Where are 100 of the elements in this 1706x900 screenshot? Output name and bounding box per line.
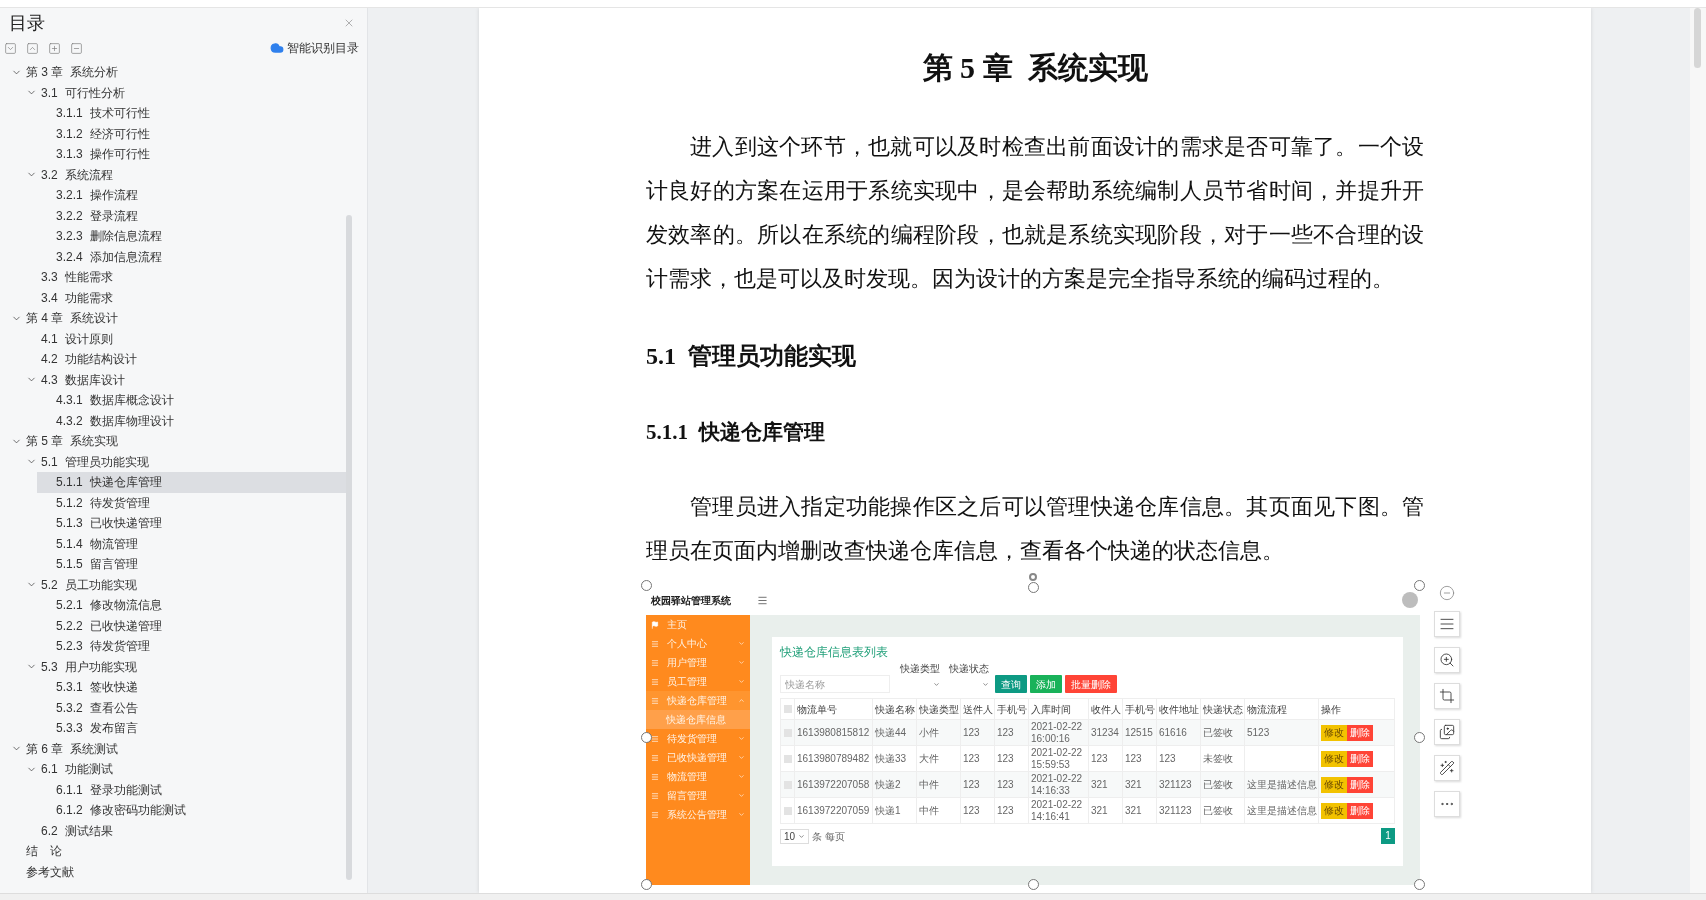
table-cell: 123	[963, 726, 980, 738]
table-cell: 321	[1125, 804, 1142, 816]
column-header: 收件人	[1091, 703, 1121, 715]
toc-item[interactable]: 5.3 用户功能实现	[22, 656, 346, 677]
toc-item[interactable]: 3.2.4 添加信息流程	[37, 246, 346, 267]
toc-item[interactable]: 5.1.5 留言管理	[37, 554, 346, 575]
table-cell: 123	[997, 804, 1014, 816]
toc-item[interactable]: 3.4 功能需求	[22, 287, 346, 308]
table-cell: 61616	[1159, 726, 1187, 738]
search-field[interactable]: 快递名称	[780, 675, 890, 693]
column-header: 物流流程	[1247, 703, 1287, 715]
table-cell: 12515	[1125, 726, 1153, 738]
toc-item[interactable]: 6.1 功能测试	[22, 759, 346, 780]
table-cell: 2021-02-22 15:59:53	[1031, 746, 1083, 770]
table-cell: 小件	[919, 726, 939, 738]
row-action-button[interactable]: 修改	[1321, 802, 1347, 819]
table-cell: 这里是描述信息	[1247, 778, 1317, 790]
table-cell: 123	[963, 804, 980, 816]
column-header: 快递名称	[875, 703, 915, 715]
toc-item[interactable]: 5.3.3 发布留言	[37, 718, 346, 739]
toc-item[interactable]: 3.2.3 删除信息流程	[37, 226, 346, 247]
column-header: 手机号	[997, 703, 1027, 715]
toc-item[interactable]: 5.2.2 已收快递管理	[37, 615, 346, 636]
table-cell: 2021-02-22 16:00:16	[1031, 720, 1083, 744]
toc-item[interactable]: 3.2 系统流程	[22, 164, 346, 185]
toc-item[interactable]: 5.1.4 物流管理	[37, 533, 346, 554]
toc-item[interactable]: 4.3 数据库设计	[22, 369, 346, 390]
page-size-label: 条 每页	[812, 829, 845, 844]
column-header: 快递类型	[919, 703, 959, 715]
table-cell: 123	[997, 752, 1014, 764]
row-action-button[interactable]: 修改	[1321, 776, 1347, 793]
toc-item[interactable]: 参考文献	[7, 861, 346, 882]
toc-item[interactable]: 第 6 章 系统测试	[7, 738, 346, 759]
table-cell: 大件	[919, 752, 939, 764]
toc-item[interactable]: 3.3 性能需求	[22, 267, 346, 288]
row-action-button[interactable]: 修改	[1321, 750, 1347, 767]
paragraph: 进入到这个环节，也就可以及时检查出前面设计的需求是否可靠了。一个设计良好的方案在运用于系统实现中，是会帮助系统编制人员节省时间，并提升开发效率的。所以在系统的编程阶段，也就是系统实现阶段，对于一些不合理的设计需求，也是可以及时发现。因为设计的方案是完全指导系统的编码过程的。	[646, 133, 1424, 293]
table-cell: 已签收	[1203, 726, 1233, 738]
toc-item[interactable]: 5.2.1 修改物流信息	[37, 595, 346, 616]
subsection-heading: 5.1.1 快递仓库管理	[646, 419, 826, 446]
table-cell: 321	[1125, 778, 1142, 790]
toc-item[interactable]: 4.3.1 数据库概念设计	[37, 390, 346, 411]
toc-item[interactable]: 5.1.1 快递仓库管理	[37, 472, 346, 493]
toc-item[interactable]: 3.2.2 登录流程	[37, 205, 346, 226]
toc-item[interactable]: 6.2 测试结果	[22, 820, 346, 841]
column-header: 送件人	[963, 703, 993, 715]
table-cell: 已签收	[1203, 804, 1233, 816]
card-title: 快递仓库信息表列表	[780, 644, 889, 660]
app-title: 校园驿站管理系统	[651, 593, 731, 608]
smart-toc-button[interactable]: 智能识别目录	[270, 39, 359, 57]
column-header: 操作	[1321, 703, 1341, 715]
table-cell: 中件	[919, 804, 939, 816]
toc-item[interactable]: 3.2.1 操作流程	[37, 185, 346, 206]
toc-item[interactable]: 结 论	[7, 841, 346, 862]
page-button[interactable]: 1	[1381, 828, 1395, 844]
toc-item[interactable]: 4.1 设计原则	[22, 328, 346, 349]
section-heading: 5.1 管理员功能实现	[646, 342, 857, 371]
toc-item[interactable]: 5.2 员工功能实现	[22, 574, 346, 595]
toc-item[interactable]: 4.2 功能结构设计	[22, 349, 346, 370]
toc-item[interactable]: 5.1.2 待发货管理	[37, 492, 346, 513]
toc-item[interactable]: 第 5 章 系统实现	[7, 431, 346, 452]
toc-item[interactable]: 5.3.1 签收快递	[37, 677, 346, 698]
row-action-button[interactable]: 修改	[1321, 724, 1347, 741]
table-cell: 快递1	[875, 804, 901, 816]
toc-item[interactable]: 3.1.3 操作可行性	[37, 144, 346, 165]
column-header: 收件地址	[1159, 703, 1199, 715]
table-cell: 快递44	[875, 726, 907, 738]
toc-item[interactable]: 5.1.3 已收快递管理	[37, 513, 346, 534]
table-cell: 2021-02-22 14:16:41	[1031, 798, 1083, 822]
toc-item[interactable]: 5.1 管理员功能实现	[22, 451, 346, 472]
toc-item[interactable]: 第 3 章 系统分析	[7, 62, 346, 83]
toc-item[interactable]: 5.3.2 查看公告	[37, 697, 346, 718]
paragraph: 管理员进入指定功能操作区之后可以管理快递仓库信息。其页面见下图。管理员在页面内增删改查快递仓库信息，查看各个快递的状态信息。	[646, 493, 1424, 565]
toc-item[interactable]: 6.1.1 登录功能测试	[37, 779, 346, 800]
table-cell: 中件	[919, 778, 939, 790]
table-cell: 321123	[1159, 804, 1192, 816]
table-cell: 这里是描述信息	[1247, 804, 1317, 816]
column-header: 快递状态	[1203, 703, 1243, 715]
table-cell: 5123	[1247, 726, 1270, 738]
toc-item[interactable]: 3.1.1 技术可行性	[37, 103, 346, 124]
toc-item[interactable]: 4.3.2 数据库物理设计	[37, 410, 346, 431]
table-cell: 未签收	[1203, 752, 1233, 764]
table-cell: 321	[1091, 778, 1108, 790]
toc-item[interactable]: 3.1 可行性分析	[22, 82, 346, 103]
table-cell: 1613972207058	[797, 778, 870, 790]
table-cell: 123	[997, 726, 1014, 738]
toc-item[interactable]: 5.2.3 待发货管理	[37, 636, 346, 657]
table-cell: 1613980789482	[797, 752, 870, 764]
toc-item[interactable]: 6.1.2 修改密码功能测试	[37, 800, 346, 821]
action-button[interactable]: 查询	[995, 675, 1027, 693]
table-cell: 123	[997, 778, 1014, 790]
column-header: 手机号	[1125, 703, 1155, 715]
table-cell: 123	[963, 778, 980, 790]
table-cell: 1613972207059	[797, 804, 870, 816]
toc-item[interactable]: 第 4 章 系统设计	[7, 308, 346, 329]
toc-item[interactable]: 3.1.2 经济可行性	[37, 123, 346, 144]
table-cell: 31234	[1091, 726, 1119, 738]
table-cell: 321	[1091, 804, 1108, 816]
page-size-select[interactable]: 10	[780, 828, 810, 844]
table-cell: 321123	[1159, 778, 1192, 790]
